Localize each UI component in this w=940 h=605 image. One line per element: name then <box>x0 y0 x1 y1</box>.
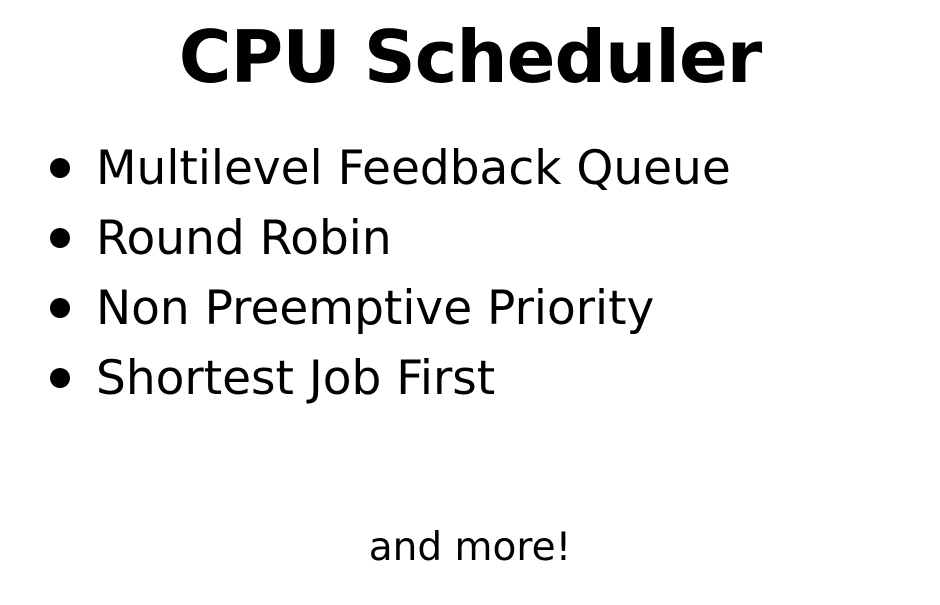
list-item: Shortest Job First <box>0 344 940 414</box>
list-item: Round Robin <box>0 204 940 274</box>
list-item-label: Multilevel Feedback Queue <box>96 141 731 196</box>
scheduler-list: Multilevel Feedback Queue Round Robin No… <box>0 134 940 414</box>
list-item-label: Non Preemptive Priority <box>96 281 655 336</box>
bullet-icon <box>50 228 70 248</box>
list-item-label: Round Robin <box>96 211 392 266</box>
list-item: Non Preemptive Priority <box>0 274 940 344</box>
list-item-label: Shortest Job First <box>96 351 496 406</box>
bullet-icon <box>50 158 70 178</box>
list-item: Multilevel Feedback Queue <box>0 134 940 204</box>
page-title: CPU Scheduler <box>178 15 763 99</box>
bullet-icon <box>50 298 70 318</box>
footer-text: and more! <box>368 525 572 570</box>
bullet-icon <box>50 368 70 388</box>
